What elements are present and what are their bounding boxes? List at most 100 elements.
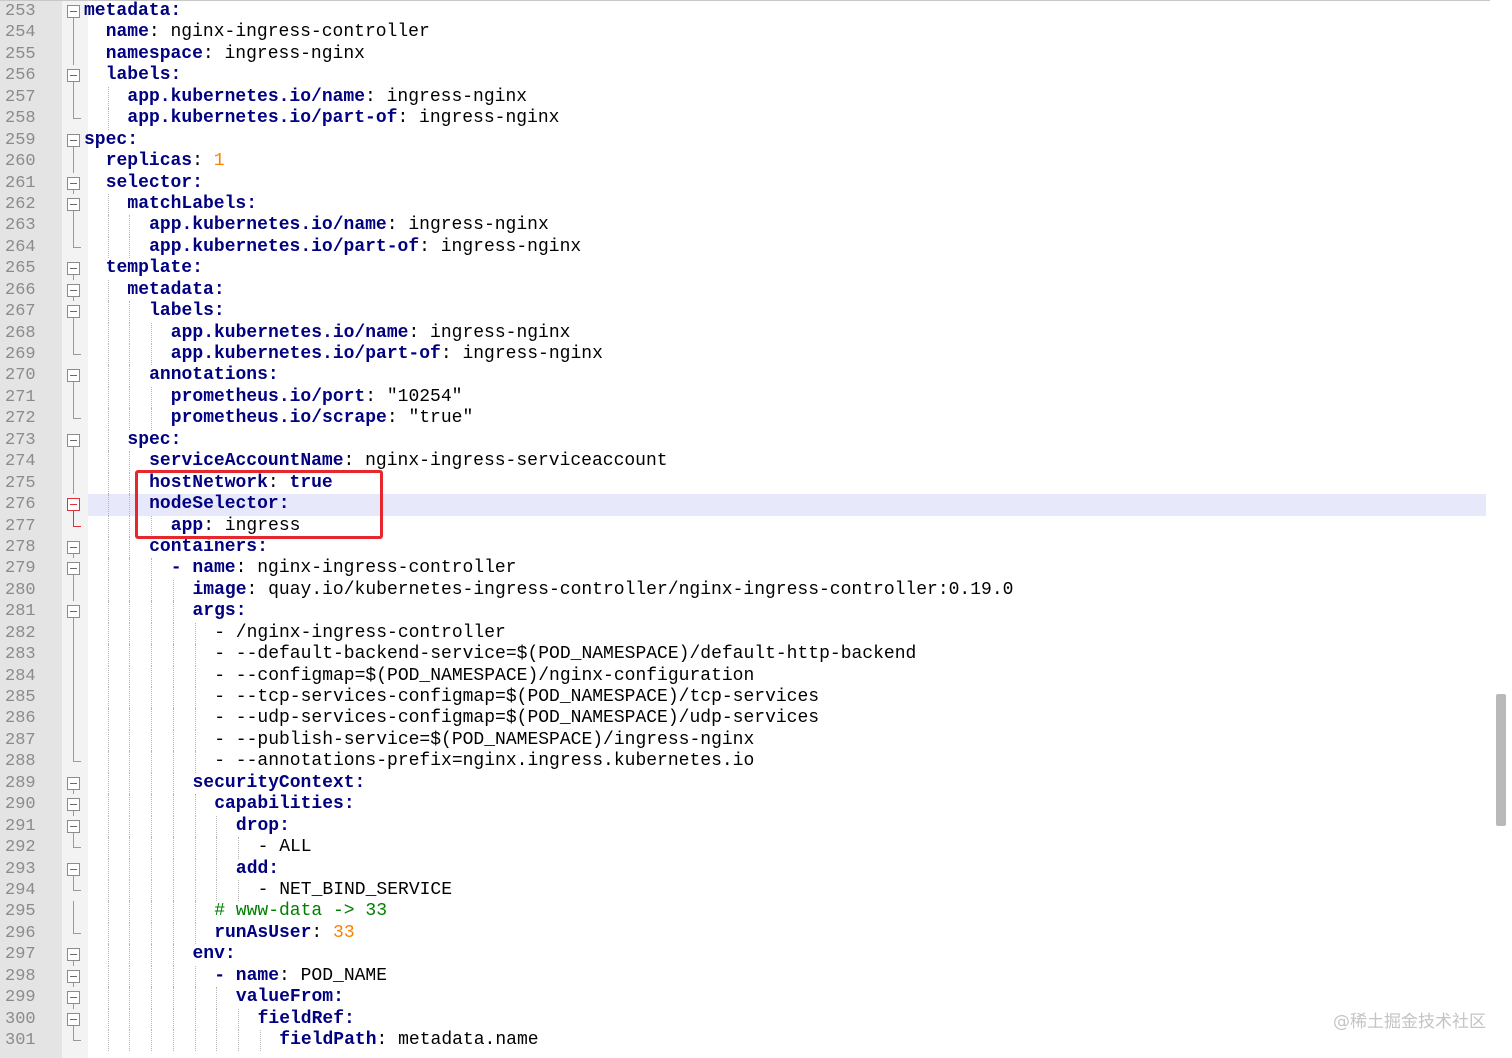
fold-toggle-icon[interactable]: [67, 369, 80, 383]
code-line[interactable]: 274 serviceAccountName: nginx-ingress-ser…: [0, 451, 1488, 473]
code-line[interactable]: 289 securityContext:: [0, 772, 1488, 795]
code-line[interactable]: 298 - name: POD_NAME: [0, 965, 1488, 988]
code-line[interactable]: 257 app.kubernetes.io/name: ingress-nginx: [0, 86, 1488, 109]
code-line[interactable]: 278 containers:: [0, 536, 1488, 559]
code-line[interactable]: 290 capabilities:: [0, 794, 1488, 816]
code-line[interactable]: 256 labels:: [0, 65, 1488, 87]
yaml-key-token: :: [268, 858, 280, 879]
fold-toggle-icon[interactable]: [67, 948, 80, 962]
yaml-value-token: - ALL: [257, 837, 312, 858]
code-line[interactable]: 288 - --annotations-prefix=nginx.ingress.…: [0, 751, 1488, 773]
fold-toggle-icon[interactable]: [67, 776, 80, 790]
fold-toggle-icon[interactable]: [67, 862, 80, 876]
fold-toggle-icon[interactable]: [67, 283, 80, 297]
fold-toggle-icon[interactable]: [67, 133, 80, 147]
fold-toggle-icon[interactable]: [67, 69, 80, 83]
code-line[interactable]: 300 fieldRef:: [0, 1008, 1488, 1030]
indent-guide: [107, 408, 109, 430]
code-line[interactable]: 255 namespace: ingress-nginx: [0, 43, 1488, 66]
code-line[interactable]: 291 drop:: [0, 815, 1488, 838]
code-line[interactable]: 277 app: ingress: [0, 515, 1488, 537]
code-line[interactable]: 268 app.kubernetes.io/name: ingress-nginx: [0, 322, 1488, 344]
indent-guide: [194, 1030, 196, 1052]
code-text: fieldRef:: [258, 1009, 355, 1030]
code-line[interactable]: 285 - --tcp-services-configmap=$(POD_NAME…: [0, 687, 1488, 709]
code-line[interactable]: 259 spec:: [0, 130, 1488, 152]
code-line[interactable]: 266 metadata:: [0, 279, 1488, 302]
fold-toggle-icon[interactable]: [67, 433, 80, 447]
code-line[interactable]: 271 prometheus.io/port: "10254": [0, 386, 1488, 409]
code-text: capabilities:: [214, 794, 354, 815]
fold-toggle-icon[interactable]: [67, 5, 80, 18]
yaml-value-token: : quay.io/kubernetes-ingress-controller/…: [246, 579, 1014, 600]
code-text: annotations:: [149, 365, 279, 386]
indent-guide: [129, 579, 131, 602]
fold-toggle-icon[interactable]: [67, 819, 80, 833]
fold-toggle-icon[interactable]: [67, 798, 80, 812]
code-line[interactable]: 286 - --udp-services-configmap=$(POD_NAME…: [0, 708, 1488, 730]
code-line[interactable]: 273 spec:: [0, 429, 1488, 452]
scrollbar-thumb[interactable]: [1496, 694, 1506, 826]
code-line[interactable]: 296 runAsUser: 33: [0, 922, 1488, 945]
line-number: 283: [5, 645, 36, 665]
code-line[interactable]: 265 template:: [0, 258, 1488, 280]
code-line[interactable]: 299 valueFrom:: [0, 987, 1488, 1009]
code-editor[interactable]: 253 metadata: 254 name: nginx-ingress-contr…: [0, 0, 1512, 1058]
fold-toggle-icon[interactable]: [67, 991, 80, 1005]
code-line[interactable]: 287 - --publish-service=$(POD_NAMESPACE)/…: [0, 729, 1488, 752]
code-line[interactable]: 270 annotations:: [0, 365, 1488, 387]
code-line[interactable]: 263 app.kubernetes.io/name: ingress-nginx: [0, 215, 1488, 237]
fold-toggle-icon[interactable]: [67, 540, 80, 554]
code-line[interactable]: 297 env:: [0, 944, 1488, 966]
code-line[interactable]: 260 replicas: 1: [0, 151, 1488, 173]
code-line[interactable]: 282 - /nginx-ingress-controller: [0, 622, 1488, 645]
code-text: # www-data -> 33: [214, 901, 387, 922]
code-line[interactable]: 294 - NET_BIND_SERVICE: [0, 879, 1488, 902]
indent-guide: [107, 965, 109, 988]
indent-guide: [172, 794, 174, 816]
indent-guide: [151, 579, 153, 602]
code-lines[interactable]: 253 metadata: 254 name: nginx-ingress-contr…: [0, 1, 1488, 1052]
yaml-key-token: metadata: [127, 279, 214, 300]
code-line[interactable]: 279 - name: nginx-ingress-controller: [0, 558, 1488, 580]
code-line[interactable]: 276 nodeSelector:: [0, 494, 1488, 516]
fold-toggle-icon[interactable]: [67, 969, 80, 983]
line-number: 257: [5, 87, 36, 107]
fold-toggle-icon[interactable]: [67, 305, 80, 319]
code-line[interactable]: 267 labels:: [0, 301, 1488, 323]
code-line[interactable]: 283 - --default-backend-service=$(POD_NAM…: [0, 644, 1488, 666]
line-number: 287: [5, 730, 36, 750]
code-line[interactable]: 272 prometheus.io/scrape: "true": [0, 408, 1488, 430]
fold-toggle-icon[interactable]: [67, 262, 80, 276]
yaml-value-token: : "10254": [365, 386, 463, 407]
code-line[interactable]: 254 name: nginx-ingress-controller: [0, 22, 1488, 44]
indent-guide: [129, 944, 131, 966]
code-line[interactable]: 253 metadata:: [0, 1, 1488, 23]
vertical-scrollbar[interactable]: [1490, 0, 1512, 1058]
fold-toggle-icon[interactable]: [67, 197, 80, 211]
code-line[interactable]: 284 - --configmap=$(POD_NAMESPACE)/nginx-…: [0, 665, 1488, 687]
code-line[interactable]: 292 - ALL: [0, 837, 1488, 859]
fold-toggle-icon[interactable]: [67, 498, 80, 512]
yaml-key-token: nodeSelector: [149, 494, 279, 515]
code-line[interactable]: 262 matchLabels:: [0, 193, 1488, 216]
yaml-key-token: prometheus.io/scrape: [170, 408, 387, 429]
indent-guide: [107, 301, 109, 323]
code-line[interactable]: 258 app.kubernetes.io/part-of: ingress-ng…: [0, 108, 1488, 130]
code-line[interactable]: 261 selector:: [0, 173, 1488, 194]
code-text: - --default-backend-service=$(POD_NAMESP…: [214, 644, 916, 665]
fold-toggle-icon[interactable]: [67, 176, 80, 190]
code-line[interactable]: 269 app.kubernetes.io/part-of: ingress-ng…: [0, 344, 1488, 366]
code-line[interactable]: 264 app.kubernetes.io/part-of: ingress-ng…: [0, 236, 1488, 259]
fold-toggle-icon[interactable]: [67, 562, 80, 576]
fold-toggle-icon[interactable]: [67, 1012, 80, 1026]
code-line[interactable]: 295 # www-data -> 33: [0, 901, 1488, 923]
code-line[interactable]: 280 image: quay.io/kubernetes-ingress-con…: [0, 579, 1488, 602]
code-line[interactable]: 281 args:: [0, 601, 1488, 623]
code-text: namespace: ingress-nginx: [106, 44, 365, 65]
fold-toggle-icon[interactable]: [67, 605, 80, 619]
indent-guide: [107, 687, 109, 709]
code-line[interactable]: 293 add:: [0, 858, 1488, 880]
code-line[interactable]: 275 hostNetwork: true: [0, 472, 1488, 495]
code-line[interactable]: 301 fieldPath: metadata.name: [0, 1030, 1488, 1052]
